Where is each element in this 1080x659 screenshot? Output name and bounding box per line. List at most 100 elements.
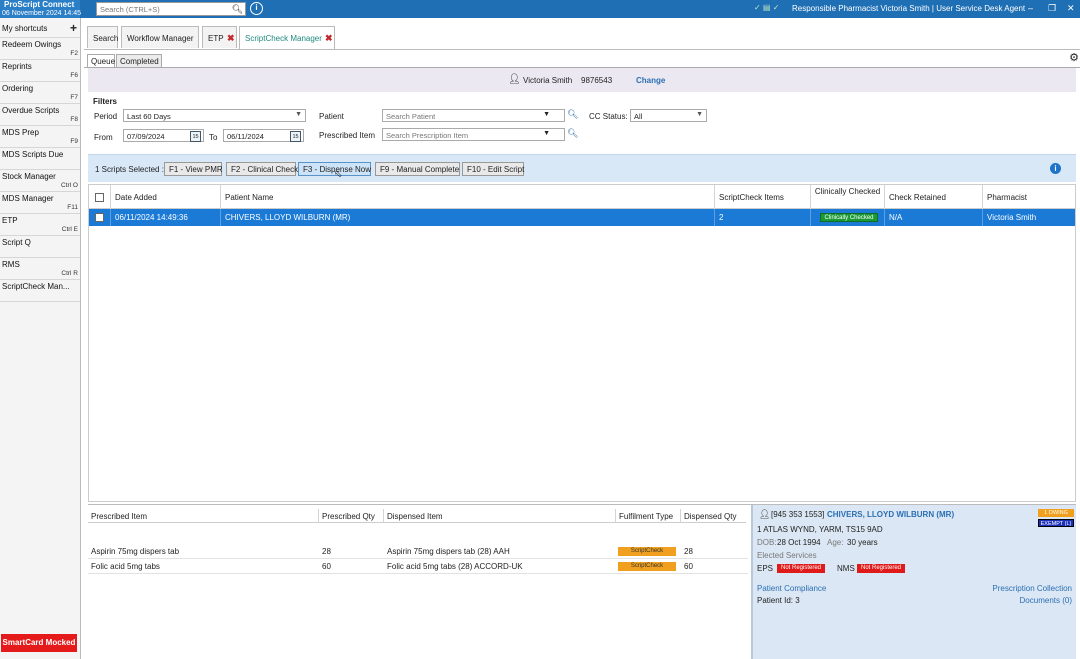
search-icon[interactable]: 🔍︎ (232, 4, 243, 15)
manual-complete-button[interactable]: F9 - Manual Complete (375, 162, 460, 176)
info-icon[interactable]: i (1050, 163, 1061, 174)
tab-completed[interactable]: Completed (116, 54, 162, 68)
dispensed-item: Aspirin 75mg dispers tab (28) AAH (387, 547, 510, 556)
select-all-checkbox[interactable] (95, 193, 104, 202)
prescribed-item: Folic acid 5mg tabs (91, 562, 160, 571)
sidebar-item-script-q[interactable]: Script Q (0, 236, 80, 258)
gear-icon[interactable]: ⚙ (1069, 51, 1079, 64)
cc-status-select[interactable]: All ▼ (630, 109, 707, 122)
view-pmr-button[interactable]: F1 - View PMR (164, 162, 223, 176)
search-placeholder: Search (CTRL+S) (100, 5, 160, 14)
user-icon: 👤︎ (508, 74, 521, 85)
sidebar-item-mds-prep[interactable]: MDS Prep F9 (0, 126, 80, 148)
cell-date-added: 06/11/2024 14:49:36 (111, 209, 221, 226)
column-fulfilment-type[interactable]: Fulfilment Type (616, 509, 681, 523)
column-dispensed-item[interactable]: Dispensed Item (384, 509, 616, 523)
cell-patient-name: CHIVERS, LLOYD WILBURN (MR) (221, 209, 715, 226)
prescription-collection-link[interactable]: Prescription Collection (992, 584, 1072, 593)
sidebar-item-scriptcheck-manager[interactable]: ScriptCheck Man... (0, 280, 80, 302)
clinical-check-button[interactable]: F2 - Clinical Check (226, 162, 298, 176)
search-icon[interactable]: 🔍︎ (567, 128, 578, 139)
age-value: 30 years (847, 538, 878, 547)
prescribed-item: Aspirin 75mg dispers tab (91, 547, 180, 556)
column-check-retained[interactable]: Check Retained (885, 185, 983, 209)
minimize-icon[interactable]: – (1028, 3, 1033, 13)
patient-id: Patient Id: 3 (757, 596, 800, 605)
sidebar-item-mds-scripts-due[interactable]: MDS Scripts Due (0, 148, 80, 170)
to-date-value: 06/11/2024 (227, 132, 264, 141)
period-select[interactable]: Last 60 Days ▼ (123, 109, 306, 122)
cell-pharmacist: Victoria Smith (987, 213, 1037, 222)
selected-count: 1 Scripts Selected : (95, 165, 164, 174)
grid-header: Date Added Patient Name ScriptCheck Item… (89, 185, 1075, 209)
patient-name-link[interactable]: CHIVERS, LLOYD WILBURN (MR) (827, 510, 954, 519)
prescribed-qty: 28 (322, 547, 331, 556)
clinically-checked-badge: Clinically Checked (820, 213, 878, 222)
list-item[interactable]: Folic acid 5mg tabs 60 Folic acid 5mg ta… (88, 559, 748, 574)
sidebar-item-overdue-scripts[interactable]: Overdue Scripts F8 (0, 104, 80, 126)
sidebar-item-redeem-owings[interactable]: Redeem Owings F2 (0, 38, 80, 60)
patient-label: Patient (319, 112, 344, 121)
table-row[interactable]: 06/11/2024 14:49:36 CHIVERS, LLOYD WILBU… (89, 209, 1075, 226)
documents-link[interactable]: Documents (0) (1020, 596, 1072, 605)
elected-services-label: Elected Services (757, 551, 817, 560)
column-prescribed-item[interactable]: Prescribed Item (88, 509, 319, 523)
user-name: Victoria Smith (523, 76, 573, 85)
column-clinically-checked[interactable]: Clinically Checked (811, 185, 885, 209)
patient-compliance-link[interactable]: Patient Compliance (757, 584, 826, 593)
calendar-icon[interactable]: 15 (190, 131, 201, 142)
edit-script-button[interactable]: F10 - Edit Script (462, 162, 524, 176)
fulfilment-badge: ScriptCheck (618, 547, 676, 556)
dispensed-qty: 60 (684, 562, 693, 571)
add-shortcut-icon[interactable]: + (70, 21, 77, 35)
tab-queue[interactable]: Queue (87, 54, 115, 68)
close-tab-icon[interactable]: ✖ (227, 33, 235, 44)
close-tab-icon[interactable]: ✖ (325, 33, 333, 44)
chevron-down-icon: ▼ (696, 111, 703, 118)
calendar-icon[interactable]: 15 (290, 131, 301, 142)
dispensed-qty: 28 (684, 547, 693, 556)
patient-nhs-number: [945 353 1553] (771, 510, 825, 519)
column-date-added[interactable]: Date Added (111, 185, 221, 209)
patient-summary-panel: 👤︎ [945 353 1553] CHIVERS, LLOYD WILBURN… (751, 505, 1076, 659)
sidebar: My shortcuts + Redeem Owings F2 Reprints F… (0, 18, 81, 659)
sidebar-item-rms[interactable]: RMS Ctrl R (0, 258, 80, 280)
sidebar-item-mds-manager[interactable]: MDS Manager F11 (0, 192, 80, 214)
tab-scriptcheck-manager[interactable]: ScriptCheck Manager ✖ (239, 26, 335, 50)
sidebar-item-etp[interactable]: ETP Ctrl E (0, 214, 80, 236)
user-id: 9876543 (581, 76, 613, 85)
app-datetime: 06 November 2024 14:45 (2, 10, 81, 17)
tab-etp[interactable]: ETP ✖ (202, 26, 237, 48)
sidebar-item-ordering[interactable]: Ordering F7 (0, 82, 80, 104)
column-patient-name[interactable]: Patient Name (221, 185, 715, 209)
column-dispensed-qty[interactable]: Dispensed Qty (681, 509, 746, 523)
dob-value: 28 Oct 1994 (777, 538, 821, 547)
info-icon[interactable]: i (250, 2, 263, 15)
cc-status-value: All (634, 112, 643, 121)
patient-search-input[interactable]: Search Patient ▼ (382, 109, 565, 122)
responsible-pharmacist: Responsible Pharmacist Victoria Smith | … (792, 4, 1026, 13)
period-label: Period (94, 112, 118, 121)
from-date-value: 07/09/2024 (127, 132, 165, 141)
app-menu[interactable]: ProScript Connect 06 November 2024 14:45 (0, 0, 81, 18)
prescription-item-search-input[interactable]: Search Prescription Item ▼ (382, 128, 565, 141)
column-prescribed-qty[interactable]: Prescribed Qty (319, 509, 384, 523)
column-pharmacist[interactable]: Pharmacist (983, 185, 1075, 209)
restore-icon[interactable]: ❐ (1048, 3, 1056, 14)
row-checkbox[interactable] (95, 213, 104, 222)
tab-search[interactable]: Search (87, 26, 118, 48)
change-user-link[interactable]: Change (636, 76, 665, 85)
column-scriptcheck-items[interactable]: ScriptCheck Items (715, 185, 811, 209)
cell-clinically-checked: Clinically Checked (811, 209, 885, 226)
tab-workflow-manager[interactable]: Workflow Manager (121, 26, 199, 48)
chevron-down-icon: ▼ (543, 111, 550, 118)
global-search-input[interactable]: Search (CTRL+S) 🔍︎ (96, 2, 246, 16)
sidebar-item-stock-manager[interactable]: Stock Manager Ctrl O (0, 170, 80, 192)
sidebar-item-reprints[interactable]: Reprints F6 (0, 60, 80, 82)
search-icon[interactable]: 🔍︎ (567, 109, 578, 120)
fulfilment-badge: ScriptCheck (618, 562, 676, 571)
exempt-badge: EXEMPT (L) (1038, 519, 1074, 527)
eps-status-badge: Not Registered (777, 564, 825, 573)
list-item[interactable]: Aspirin 75mg dispers tab 28 Aspirin 75mg… (88, 544, 748, 559)
close-icon[interactable]: ✕ (1067, 3, 1075, 14)
